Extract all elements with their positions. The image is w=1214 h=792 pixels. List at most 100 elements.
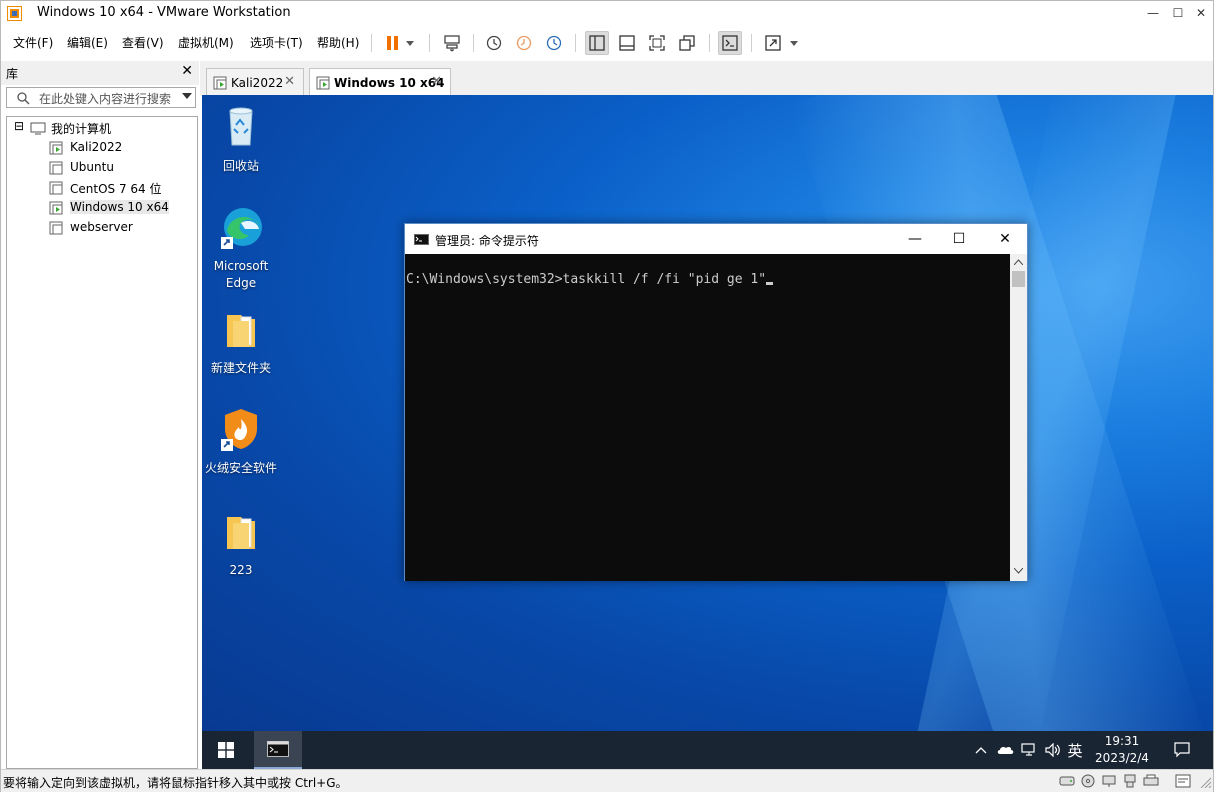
tree-item-vm[interactable]: Ubuntu — [49, 159, 189, 177]
search-dropdown-icon[interactable] — [182, 93, 192, 99]
notification-icon — [1174, 742, 1190, 758]
scroll-up-icon[interactable] — [1014, 259, 1023, 265]
toolbar-separator — [751, 34, 752, 52]
cmd-console-area[interactable]: C:\Windows\system32>taskkill /f /fi "pid… — [405, 254, 1010, 581]
revert-snapshot-icon — [516, 35, 532, 51]
cmd-title-bar[interactable]: 管理员: 命令提示符 — ☐ ✕ — [405, 224, 1027, 254]
title-bar: Windows 10 x64 - VMware Workstation — ☐ … — [1, 1, 1213, 26]
unity-button[interactable] — [675, 31, 699, 55]
snapshot-manager-icon — [546, 35, 562, 51]
computer-icon — [30, 122, 46, 135]
menu-edit[interactable]: 编辑(E) — [67, 34, 108, 51]
desktop-icon-label: 火绒安全软件 — [204, 461, 277, 475]
vm-icon — [49, 221, 63, 235]
library-panel: 库 ✕ 在此处键入内容进行搜索 ⊟ 我的计算机 Kali2022 Ubuntu — [1, 61, 199, 769]
vm-icon — [49, 161, 63, 175]
vmware-window: Windows 10 x64 - VMware Workstation — ☐ … — [0, 0, 1214, 792]
volume-tray[interactable] — [1042, 731, 1064, 769]
snapshot-manager-button[interactable] — [542, 31, 566, 55]
tab-windows-10-x64[interactable]: Windows 10 x64 ✕ — [309, 68, 451, 96]
notification-center-button[interactable] — [1168, 731, 1196, 769]
message-log-icon[interactable] — [1175, 774, 1191, 788]
desktop-icon-new-folder[interactable]: 新建文件夹 — [202, 307, 280, 377]
revert-snapshot-button[interactable] — [512, 31, 536, 55]
printer-icon[interactable] — [1143, 774, 1159, 788]
taskbar-clock[interactable]: 19:31 2023/2/4 — [1082, 733, 1162, 767]
collapse-toggle[interactable]: ⊟ — [14, 119, 24, 133]
cmd-close-button[interactable]: ✕ — [993, 228, 1017, 250]
start-button[interactable] — [202, 731, 250, 769]
resize-grip-icon[interactable] — [1197, 774, 1213, 788]
onedrive-tray[interactable] — [994, 731, 1016, 769]
close-button[interactable]: ✕ — [1188, 1, 1214, 26]
hard-disk-icon[interactable] — [1059, 774, 1075, 788]
recycle-bin-icon — [229, 107, 253, 146]
network-icon — [1021, 743, 1035, 756]
tab-close-button[interactable]: ✕ — [284, 74, 295, 89]
tab-label: Windows 10 x64 — [334, 76, 445, 90]
status-bar: 要将输入定向到该虚拟机，请将鼠标指针移入其中或按 Ctrl+G。 — [1, 769, 1213, 792]
menu-view[interactable]: 查看(V) — [122, 34, 164, 51]
snapshot-icon — [486, 35, 502, 51]
vm-icon — [49, 181, 63, 195]
cmd-maximize-button[interactable]: ☐ — [947, 228, 971, 250]
desktop-icon-edge[interactable]: Microsoft Edge — [202, 205, 280, 292]
tree-item-vm[interactable]: Kali2022 — [49, 139, 189, 157]
speaker-icon — [1045, 743, 1060, 757]
stretch-guest-button[interactable] — [761, 31, 785, 55]
menu-toolbar: 文件(F) 编辑(E) 查看(V) 虚拟机(M) 选项卡(T) 帮助(H) — [1, 26, 1213, 60]
search-icon — [17, 92, 30, 105]
console-view-button[interactable] — [718, 31, 742, 55]
desktop-icon-label: 回收站 — [222, 159, 259, 173]
show-library-button[interactable] — [585, 31, 609, 55]
taskbar-cmd-button[interactable] — [254, 731, 302, 769]
thumbnail-layout-icon — [619, 35, 635, 51]
stretch-dropdown[interactable] — [787, 31, 801, 55]
network-tray[interactable] — [1018, 731, 1040, 769]
tree-item-vm-selected[interactable]: Windows 10 x64 — [49, 199, 189, 217]
desktop-icon-label: 223 — [229, 563, 253, 577]
menu-file[interactable]: 文件(F) — [13, 34, 53, 51]
keyboard-send-icon — [444, 35, 460, 52]
cd-dvd-icon[interactable] — [1080, 774, 1096, 788]
full-screen-button[interactable] — [645, 31, 669, 55]
menu-vm[interactable]: 虚拟机(M) — [178, 34, 234, 51]
library-close-button[interactable]: ✕ — [181, 63, 193, 79]
cmd-minimize-button[interactable]: — — [903, 228, 927, 250]
search-placeholder: 在此处键入内容进行搜索 — [39, 92, 172, 106]
menu-tabs[interactable]: 选项卡(T) — [250, 34, 303, 51]
scroll-down-icon[interactable] — [1014, 568, 1023, 574]
pause-button[interactable] — [381, 31, 405, 55]
tree-item-label: Kali2022 — [70, 140, 123, 154]
vm-console-screen[interactable]: 回收站 Microsoft Edge 新建文件夹 火绒安全软件 223 管理员:… — [202, 95, 1213, 731]
vm-running-icon — [213, 76, 227, 90]
desktop-icon-recycle-bin[interactable]: 回收站 — [202, 105, 280, 175]
tray-overflow-button[interactable] — [972, 731, 990, 769]
tree-root-label: 我的计算机 — [51, 122, 112, 136]
tab-close-button[interactable]: ✕ — [431, 74, 442, 89]
library-header: 库 ✕ — [1, 61, 199, 85]
fullscreen-icon — [649, 35, 665, 51]
library-search-input[interactable]: 在此处键入内容进行搜索 — [6, 87, 196, 108]
library-layout-icon — [589, 35, 605, 51]
minimize-button[interactable]: — — [1140, 1, 1166, 26]
tab-kali2022[interactable]: Kali2022 ✕ — [206, 68, 304, 96]
tree-item-vm[interactable]: webserver — [49, 219, 189, 237]
command-prompt-window[interactable]: 管理员: 命令提示符 — ☐ ✕ C:\Windows\system32>tas… — [404, 223, 1028, 581]
thumbnail-bar-button[interactable] — [615, 31, 639, 55]
send-ctrl-alt-del-button[interactable] — [440, 31, 464, 55]
desktop-icon-folder-223[interactable]: 223 — [202, 509, 280, 579]
snapshot-button[interactable] — [482, 31, 506, 55]
desktop-icon-label: 新建文件夹 — [210, 361, 271, 375]
tree-item-vm[interactable]: CentOS 7 64 位 — [49, 179, 189, 197]
network-adapter-icon[interactable] — [1101, 774, 1117, 788]
desktop-icon-huorong[interactable]: 火绒安全软件 — [202, 407, 280, 477]
scrollbar-thumb[interactable] — [1012, 271, 1025, 287]
menu-help[interactable]: 帮助(H) — [317, 34, 359, 51]
usb-device-icon[interactable] — [1122, 774, 1138, 788]
tree-root-my-computer[interactable]: ⊟ 我的计算机 — [12, 119, 192, 137]
cmd-scrollbar[interactable] — [1010, 254, 1027, 581]
console-icon — [722, 35, 738, 51]
cmd-icon — [414, 234, 429, 245]
power-dropdown[interactable] — [403, 31, 417, 55]
